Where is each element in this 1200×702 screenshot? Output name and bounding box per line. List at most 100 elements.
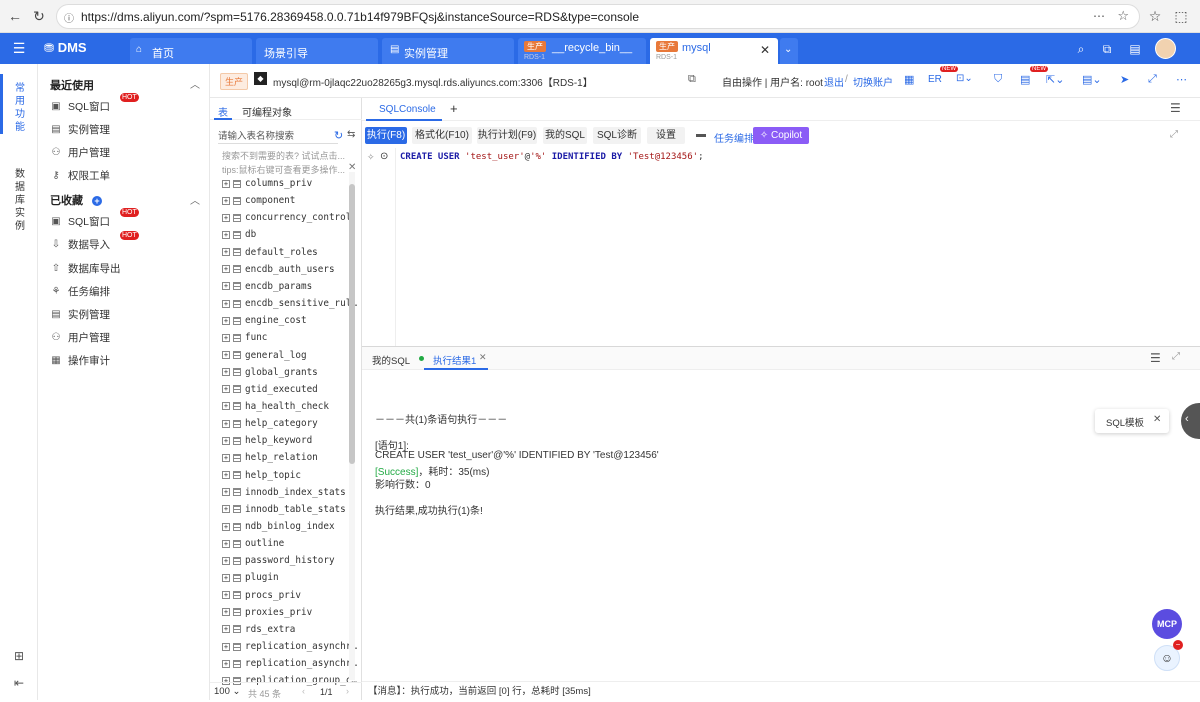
profile-icon[interactable]: ⬚ <box>1172 7 1190 25</box>
tab-my-sql[interactable]: 我的SQL <box>372 353 410 367</box>
tabs-dropdown[interactable]: ⌄ <box>780 38 798 64</box>
table-row[interactable]: + help_category <box>222 418 318 435</box>
tab-programmable-objects[interactable]: 可编程对象 <box>242 104 292 119</box>
expand-icon[interactable]: + <box>222 402 230 411</box>
expand-icon[interactable]: + <box>222 522 230 531</box>
table-row[interactable]: + replication_asynchr… <box>222 658 357 675</box>
reload-icon[interactable]: ↻ <box>30 7 48 25</box>
expand-icon[interactable]: + <box>222 573 230 582</box>
expand-icon[interactable]: ⤢ <box>1170 129 1178 140</box>
menu-icon[interactable]: ☰ <box>1150 351 1161 365</box>
instance-selector[interactable]: mysql@rm-0jlaqc22uo28265g3.mysql.rds.ali… <box>273 74 593 89</box>
search-icon[interactable]: ⌕ <box>1074 42 1088 56</box>
export-icon[interactable]: ⇱⌄ <box>1046 73 1064 86</box>
site-info-icon[interactable]: ⓘ <box>64 10 74 25</box>
more-icon[interactable]: ⋯ <box>1093 9 1105 23</box>
fav-item-task-orchestration[interactable]: ⚘ 任务编排 <box>50 284 110 302</box>
switch-account-link[interactable]: 切换账户 <box>853 74 893 89</box>
table-row[interactable]: + ha_health_check <box>222 401 329 418</box>
page-size-select[interactable]: 100 ⌄ <box>214 686 240 697</box>
fav-item-db-export[interactable]: ⇧ 数据库导出 <box>50 261 121 279</box>
tab-result-1[interactable]: 执行结果1 <box>433 353 476 367</box>
expand-icon[interactable]: + <box>222 488 230 497</box>
more-icon[interactable]: ⋯ <box>1176 73 1187 86</box>
table-row[interactable]: + encdb_params <box>222 281 312 298</box>
minus-icon[interactable]: − <box>1173 640 1183 650</box>
table-search-input[interactable]: 请输入表名称搜索 <box>218 128 338 144</box>
fav-item-sql-window[interactable]: ▣ SQL窗口 HOT <box>50 208 139 232</box>
tab-tables[interactable]: 表 <box>218 104 228 119</box>
table-row[interactable]: + proxies_priv <box>222 607 312 624</box>
side-collapse-tab[interactable]: ‹ <box>1181 403 1200 439</box>
table-row[interactable]: + ndb_binlog_index <box>222 521 335 538</box>
address-bar[interactable]: ⓘ https://dms.aliyun.com/?spm=5176.28369… <box>56 4 1140 29</box>
table-row[interactable]: + help_topic <box>222 470 301 487</box>
expand-icon[interactable]: + <box>222 608 230 617</box>
format-button[interactable]: 格式化(F10) <box>412 127 472 144</box>
copy-icon[interactable]: ⧉ <box>688 73 696 86</box>
back-icon[interactable]: ← <box>6 7 24 25</box>
expand-icon[interactable]: + <box>222 230 230 239</box>
monitor-icon[interactable]: ⊡⌄ <box>956 73 973 84</box>
run-line-icon[interactable]: ⊙ <box>380 151 388 162</box>
logout-link[interactable]: 退出 <box>824 74 844 89</box>
table-row[interactable]: + plugin <box>222 572 279 589</box>
rail-db-instances[interactable]: 数据库实例 <box>14 168 26 233</box>
expand-icon[interactable]: + <box>222 299 230 308</box>
close-icon[interactable]: ✕ <box>1153 414 1161 425</box>
search-hint[interactable]: 搜索不到需要的表? 试试点击... <box>222 149 345 162</box>
table-row[interactable]: + rds_extra <box>222 624 295 641</box>
tab-recycle-bin[interactable]: 生产 __recycle_bin__ RDS-1 <box>518 38 646 64</box>
apps-grid-icon[interactable]: ⊞ <box>14 649 24 663</box>
table-row[interactable]: + gtid_executed <box>222 384 318 401</box>
table-row[interactable]: + columns_priv <box>222 178 312 195</box>
tab-scene-guide[interactable]: 场景引导 <box>256 38 378 64</box>
menu-item-sql-window[interactable]: ▣ SQL窗口 HOT <box>50 93 139 117</box>
expand-icon[interactable]: + <box>222 591 230 600</box>
table-row[interactable]: + general_log <box>222 350 307 367</box>
er-button[interactable]: ER <box>928 74 942 85</box>
refresh-icon[interactable]: ↻ <box>334 129 343 142</box>
fav-item-instance-manage[interactable]: ▤ 实例管理 <box>50 307 110 325</box>
expand-icon[interactable]: + <box>222 385 230 394</box>
table-row[interactable]: + replication_asynchr… <box>222 641 357 658</box>
table-row[interactable]: + password_history <box>222 555 335 572</box>
menu-icon[interactable]: ☰ <box>12 41 26 55</box>
expand-icon[interactable]: + <box>222 333 230 342</box>
menu-item-instance-manage[interactable]: ▤ 实例管理 <box>50 122 110 140</box>
tab-instance-manage[interactable]: ▤ 实例管理 <box>382 38 514 64</box>
expand-icon[interactable]: + <box>222 282 230 291</box>
prev-page-icon[interactable]: ‹ <box>302 686 305 696</box>
expand-icon[interactable]: + <box>222 556 230 565</box>
suggest-icon[interactable]: ✧ <box>367 152 375 163</box>
add-icon[interactable]: + <box>92 196 103 206</box>
tab-mysql[interactable]: 生产 mysql RDS-1 ✕ <box>650 38 778 64</box>
menu-icon[interactable]: ☰ <box>1170 101 1181 115</box>
table-row[interactable]: + concurrency_control <box>222 212 351 229</box>
add-tab-icon[interactable]: + <box>450 101 458 116</box>
fav-item-data-import[interactable]: ⇩ 数据导入 HOT <box>50 231 139 255</box>
mcp-button[interactable]: MCP <box>1152 609 1182 639</box>
menu-item-user-manage[interactable]: ⚇ 用户管理 <box>50 145 110 163</box>
tree-scrollbar[interactable] <box>349 172 355 680</box>
close-icon[interactable]: ✕ <box>479 352 487 363</box>
list-icon[interactable]: ▤⌄ <box>1082 73 1102 86</box>
star-icon[interactable]: ☆ <box>1117 8 1129 24</box>
copilot-button[interactable]: ✧ Copilot <box>753 127 809 144</box>
sql-diagnose-button[interactable]: SQL诊断 <box>593 127 641 144</box>
my-sql-button[interactable]: 我的SQL <box>543 127 587 144</box>
table-row[interactable]: + default_roles <box>222 247 318 264</box>
expand-icon[interactable]: + <box>222 505 230 514</box>
expand-icon[interactable]: + <box>222 265 230 274</box>
scrollbar-thumb[interactable] <box>349 184 355 464</box>
execute-button[interactable]: 执行(F8) <box>365 127 407 144</box>
filter-icon[interactable]: ⇆ <box>347 129 355 140</box>
chevron-up-icon[interactable]: ︿ <box>190 192 200 207</box>
collapse-icon[interactable]: ⇤ <box>14 676 24 690</box>
expand-icon[interactable]: ⤢ <box>1172 351 1180 362</box>
tab-sqlconsole[interactable]: SQLConsole <box>379 104 436 115</box>
fullscreen-icon[interactable]: ⤢ <box>1148 73 1157 86</box>
expand-icon[interactable]: + <box>222 248 230 257</box>
logo[interactable]: ⛃ DMS <box>44 40 87 55</box>
fav-item-user-manage[interactable]: ⚇ 用户管理 <box>50 330 110 348</box>
